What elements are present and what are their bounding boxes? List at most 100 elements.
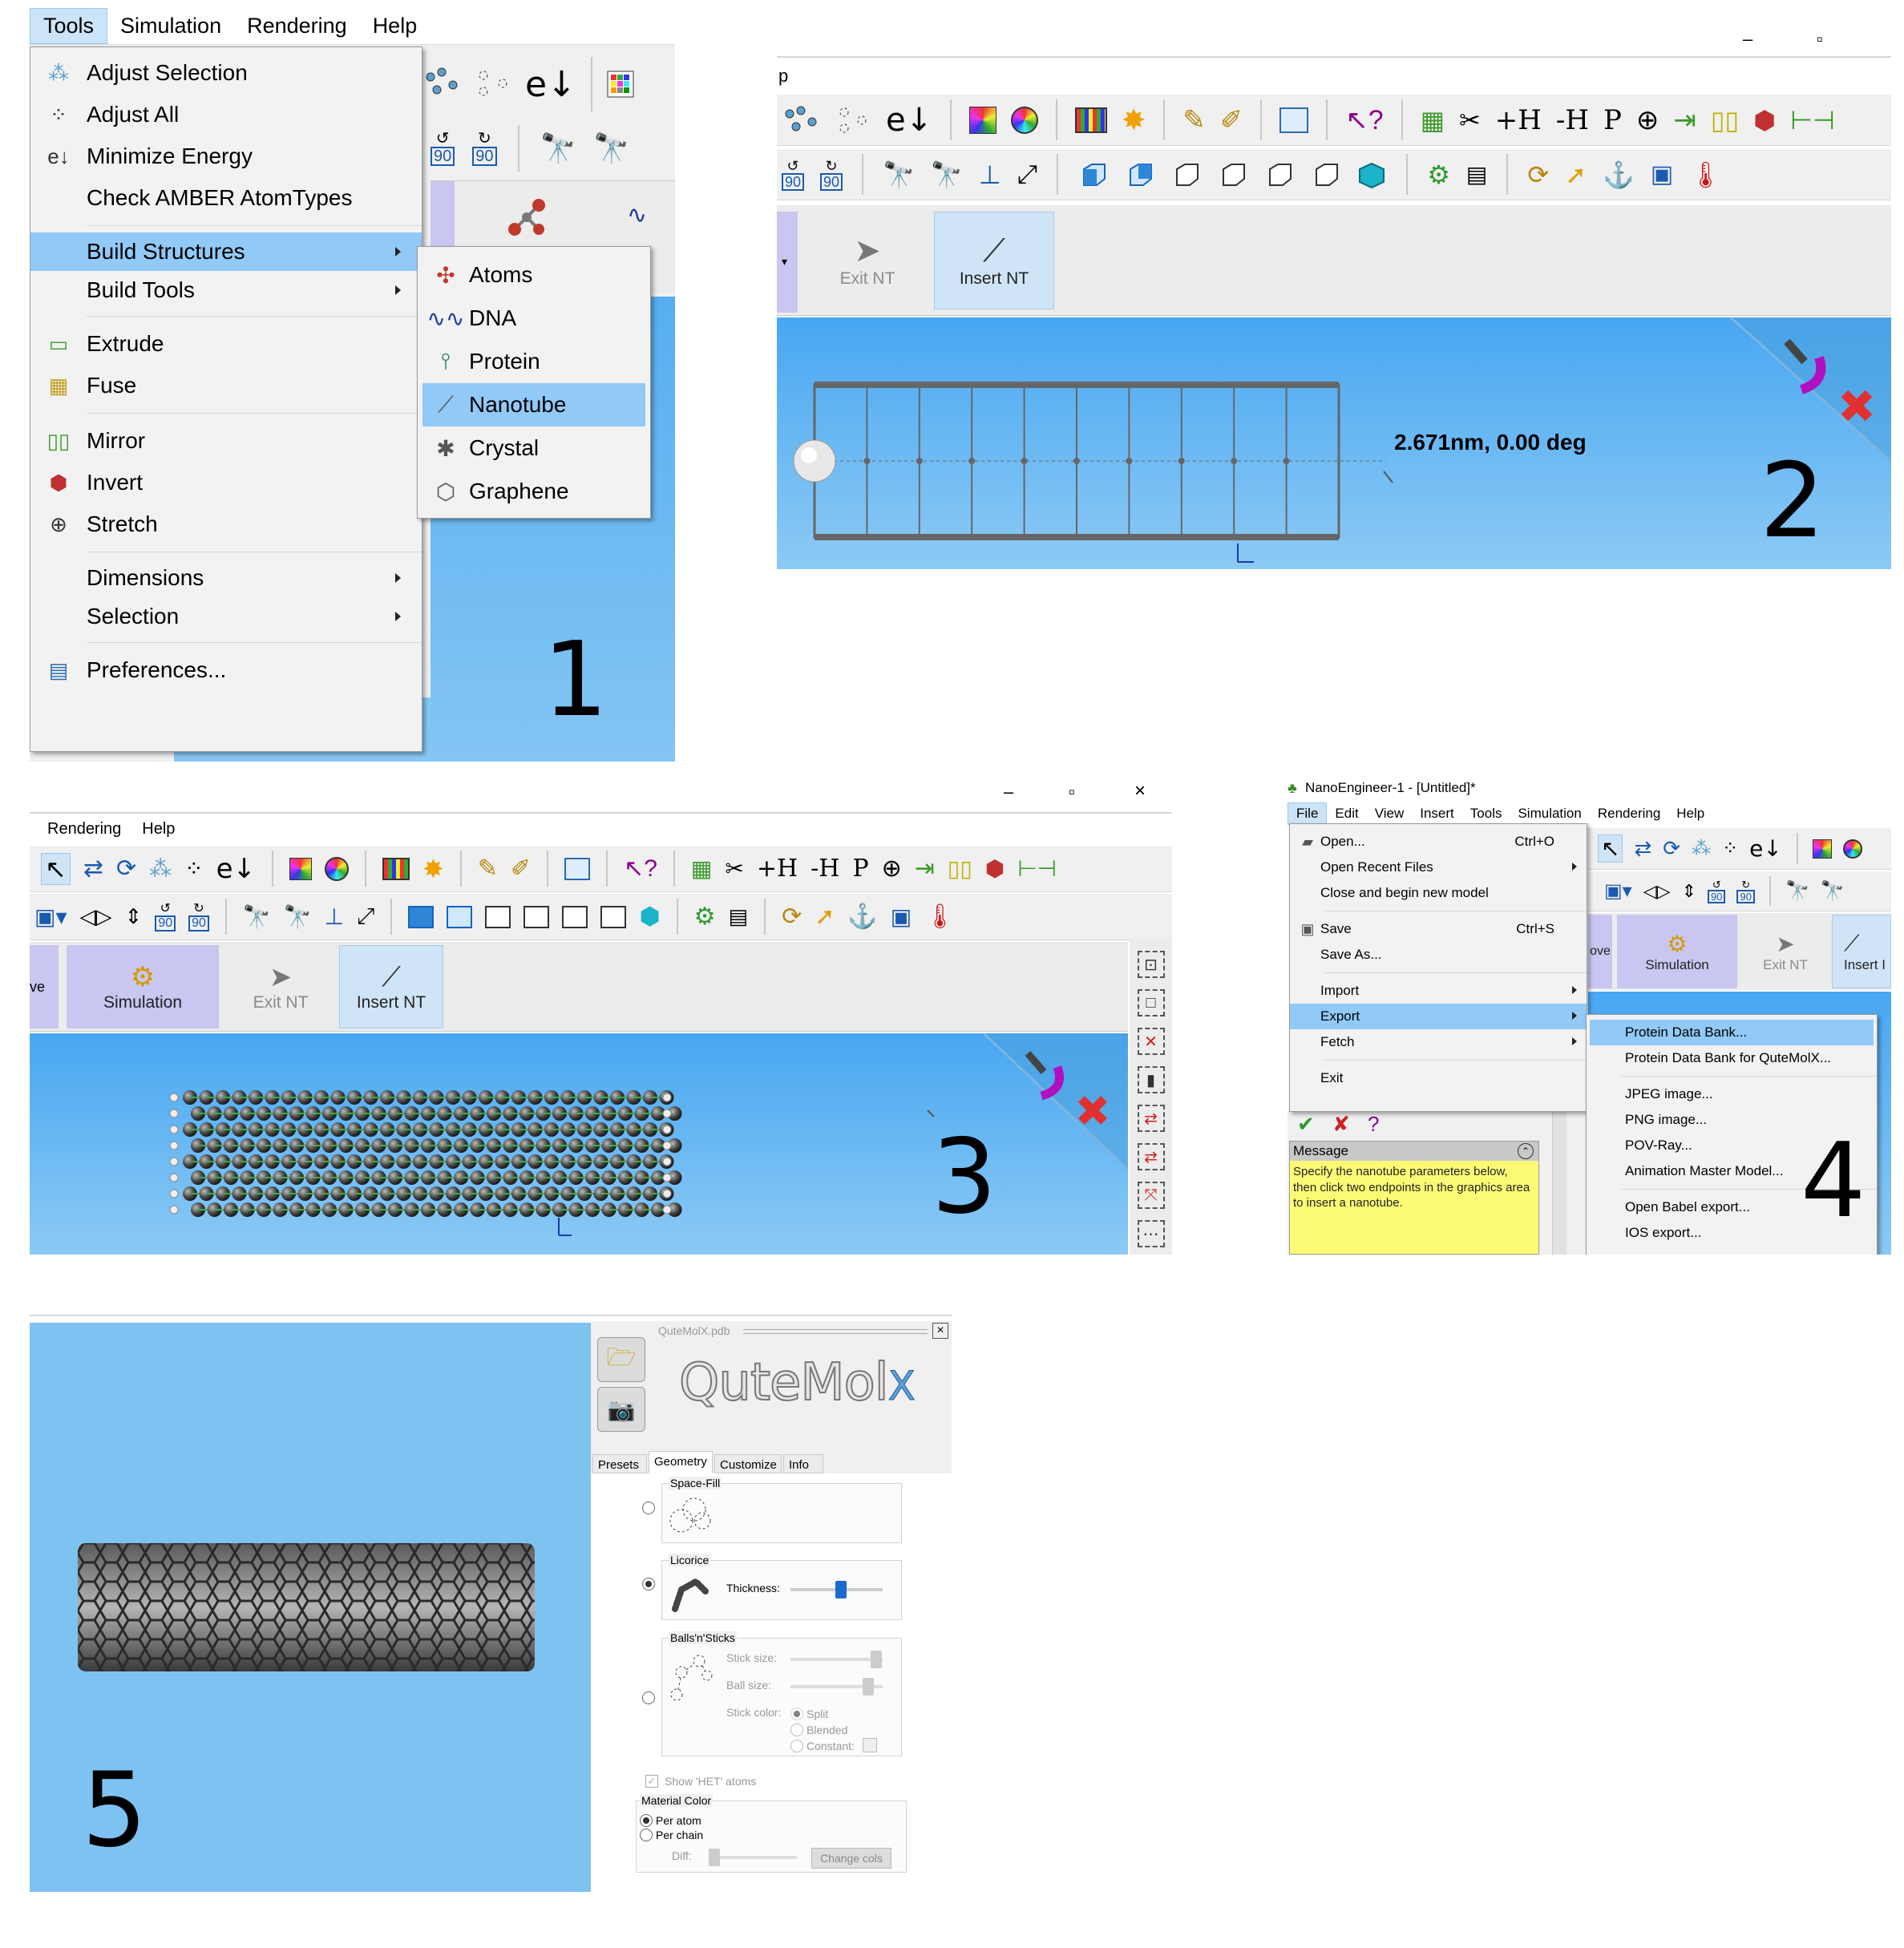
balls-sticks-radio[interactable]: [642, 1691, 655, 1704]
remove-hydrogen-icon[interactable]: -H: [811, 855, 839, 883]
thermometer-icon[interactable]: 🌡: [924, 903, 955, 931]
pencil-ruler-icon[interactable]: ✐: [1220, 104, 1243, 136]
per-chain-radio[interactable]: [640, 1829, 653, 1841]
expand-selection-icon[interactable]: ⤧: [1137, 1182, 1165, 1209]
rotate-90-ccw-icon[interactable]: ↺ 90: [1708, 879, 1726, 903]
file-menu-item[interactable]: Open Recent Files: [1290, 855, 1587, 880]
color-wheel-icon[interactable]: [324, 856, 349, 881]
tab-info[interactable]: Info: [783, 1454, 823, 1473]
ball-size-slider[interactable]: [790, 1678, 883, 1695]
file-menu-item[interactable]: Export: [1290, 1004, 1587, 1029]
simulation-movie-icon[interactable]: ▤: [729, 904, 749, 929]
anchor-icon[interactable]: ⚓: [1603, 160, 1635, 190]
view-right-icon[interactable]: [1217, 161, 1247, 188]
adjust-all-icon[interactable]: [474, 66, 514, 103]
tab-customize[interactable]: Customize: [714, 1454, 782, 1473]
pencil-icon[interactable]: ✎: [1182, 104, 1206, 136]
simulation-movie-icon[interactable]: ▤: [1466, 161, 1487, 188]
fuse-icon[interactable]: ⊢⊣: [1790, 105, 1835, 135]
select-connected-icon[interactable]: ⇄: [1137, 1105, 1165, 1132]
build-submenu-item[interactable]: ✣ Atoms: [422, 253, 645, 297]
linear-motor-icon[interactable]: ➚: [1565, 160, 1587, 190]
file-menu-item[interactable]: Fetch: [1290, 1029, 1587, 1055]
menu-rendering[interactable]: Rendering: [1590, 802, 1668, 825]
view-orient-icon[interactable]: ▣▾: [1604, 879, 1632, 903]
invert-icon[interactable]: ⬢: [985, 855, 1005, 882]
stick-size-slider[interactable]: [790, 1651, 883, 1668]
gear-icon[interactable]: ⚙: [694, 903, 716, 931]
color-wheel-icon[interactable]: [1011, 106, 1039, 134]
menu-insert[interactable]: Insert: [1412, 802, 1462, 825]
minimize-button[interactable]: –: [1743, 29, 1752, 50]
anchor-icon[interactable]: ⚓: [847, 903, 877, 931]
tools-menu-item[interactable]: Build Structures: [30, 232, 422, 271]
cancel-icon[interactable]: [1835, 386, 1883, 434]
rotate-motor-icon[interactable]: ⟳: [782, 903, 802, 931]
rotate-90-ccw-icon[interactable]: ↺ 90: [782, 159, 805, 191]
file-menu-item[interactable]: Close and begin new model: [1290, 880, 1587, 906]
collapse-icon[interactable]: ⌃: [1518, 1143, 1534, 1159]
thickness-slider[interactable]: [790, 1581, 883, 1598]
palette-icon[interactable]: [382, 857, 410, 880]
binoculars-plus-icon[interactable]: 🔭: [931, 160, 963, 190]
contract-selection-icon[interactable]: ⋯: [1137, 1220, 1165, 1247]
constant-radio[interactable]: [790, 1740, 803, 1752]
thermometer-icon[interactable]: 🌡: [1689, 160, 1722, 190]
rotate-90-cw-icon[interactable]: ↻ 90: [820, 159, 843, 191]
tools-menu-item[interactable]: ⁂ Adjust Selection: [30, 52, 422, 94]
whats-this-icon[interactable]: ↖?: [624, 855, 657, 883]
select-arrow-icon[interactable]: ↖: [1598, 835, 1623, 863]
diff-handle[interactable]: [709, 1849, 720, 1866]
restore-button[interactable]: ▫: [1817, 29, 1823, 50]
move-fragment-tab[interactable]: ove: [1588, 915, 1612, 988]
select-molecules-icon[interactable]: ⊡: [1137, 951, 1165, 978]
view-back-icon[interactable]: [1124, 161, 1154, 188]
space-fill-radio[interactable]: [642, 1501, 655, 1514]
minimize-energy-icon[interactable]: e↓: [1749, 835, 1782, 862]
split-radio[interactable]: [790, 1708, 803, 1720]
extrude-icon[interactable]: ▦: [1421, 105, 1445, 135]
mirror-icon[interactable]: ▯▯: [948, 855, 972, 882]
insert-nt-button[interactable]: ⟋ Insert I: [1832, 915, 1891, 988]
lighting-icon[interactable]: ✸: [422, 854, 444, 884]
color-grid-icon[interactable]: [969, 106, 997, 134]
dna-build-icon[interactable]: ∿: [627, 201, 647, 229]
move-icon[interactable]: ⇄: [83, 855, 103, 883]
menu-simulation[interactable]: Simulation: [1510, 802, 1589, 825]
help-icon[interactable]: ?: [1368, 1112, 1379, 1137]
build-submenu-item[interactable]: ⫯ Protein: [422, 340, 645, 383]
tools-menu-item[interactable]: Build Tools: [30, 271, 422, 309]
rotate-icon[interactable]: ⟳: [1663, 836, 1680, 861]
scrollbar[interactable]: [1552, 1110, 1566, 1255]
delete-selection-icon[interactable]: ✕: [1137, 1028, 1165, 1055]
rotate-90-cw-icon[interactable]: ↻ 90: [472, 131, 497, 166]
view-left-icon[interactable]: [1170, 161, 1201, 188]
tools-menu-item[interactable]: ▦ Fuse: [30, 365, 422, 406]
tools-menu-item[interactable]: Check AMBER AtomTypes: [30, 177, 422, 219]
file-menu-item[interactable]: ▰ Open... Ctrl+O: [1290, 829, 1587, 855]
export-submenu-item[interactable]: JPEG image...: [1590, 1081, 1874, 1107]
file-menu-item[interactable]: Import: [1290, 978, 1587, 1004]
view-iso-icon[interactable]: ⬢: [639, 903, 660, 931]
tab-geometry[interactable]: Geometry: [649, 1451, 713, 1473]
flip-vertical-icon[interactable]: ⇕: [125, 904, 143, 929]
flip-icon[interactable]: ◁▷: [1643, 881, 1671, 902]
set-plane-icon[interactable]: ⊥: [979, 160, 1001, 190]
file-menu-item[interactable]: ▣ Save Ctrl+S: [1290, 916, 1587, 942]
atoms-build-icon[interactable]: [503, 193, 551, 241]
gear-icon[interactable]: ⚙: [1427, 160, 1450, 190]
zoom-line-icon[interactable]: ⤢: [1017, 160, 1038, 190]
adjust-selection-icon[interactable]: ⁂: [149, 855, 172, 882]
export-submenu-item[interactable]: Protein Data Bank...: [1590, 1020, 1874, 1045]
simulation-button[interactable]: ⚙ Simulation: [1617, 915, 1737, 988]
view-back-icon[interactable]: [447, 905, 473, 928]
preferences-icon[interactable]: [564, 857, 591, 880]
menu-tools[interactable]: Tools: [1462, 802, 1510, 825]
chevron-down-icon[interactable]: ▾: [782, 255, 787, 269]
menu-help[interactable]: Help: [360, 8, 431, 44]
rotate-90-cw-icon[interactable]: ↻ 90: [1736, 879, 1755, 903]
preferences-icon[interactable]: [1279, 107, 1309, 133]
adjust-all-icon[interactable]: ⁘: [1722, 837, 1738, 860]
blended-radio[interactable]: [790, 1724, 803, 1736]
tools-menu-item[interactable]: ▤ Preferences...: [30, 649, 422, 691]
